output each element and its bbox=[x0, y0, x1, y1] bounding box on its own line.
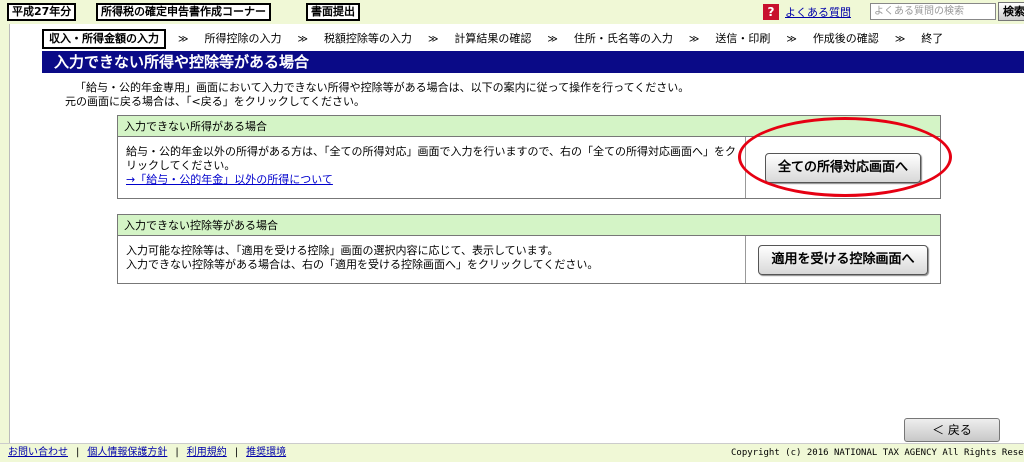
step-address-name: 住所・氏名等の入力 bbox=[573, 32, 673, 45]
copyright: Copyright (c) 2016 NATIONAL TAX AGENCY A… bbox=[731, 448, 1024, 458]
step-finish: 終了 bbox=[921, 32, 944, 45]
footer-links: お問い合わせ | 個人情報保護方針 | 利用規約 | 推奨環境 bbox=[8, 444, 286, 462]
step-arrow: ≫ bbox=[547, 33, 558, 45]
deduction-box-heading: 入力できない控除等がある場合 bbox=[118, 215, 940, 236]
income-box-text: 給与・公的年金以外の所得がある方は、「全ての所得対応」画面で入力を行いますので、… bbox=[118, 137, 746, 198]
top-header: 平成27年分 所得税の確定申告書作成コーナー 書面提出 ? よくある質問 よくあ… bbox=[0, 0, 1024, 24]
back-button[interactable]: ＜ 戻る bbox=[904, 418, 1000, 442]
deduction-box-text: 入力可能な控除等は、「適用を受ける控除」画面の選択内容に応じて、表示しています。… bbox=[118, 236, 746, 283]
step-tax-credit: 税額控除等の入力 bbox=[323, 32, 412, 45]
step-arrow: ≫ bbox=[786, 33, 797, 45]
search-button[interactable]: 検索 bbox=[998, 2, 1024, 21]
step-arrow: ≫ bbox=[894, 33, 906, 45]
step-income-deduction: 所得控除の入力 bbox=[204, 32, 282, 45]
deduction-description-1: 入力可能な控除等は、「適用を受ける控除」画面の選択内容に応じて、表示しています。 bbox=[126, 244, 559, 257]
intro-text: 「給与・公的年金専用」画面において入力できない所得や控除等がある場合は、以下の案… bbox=[65, 81, 689, 109]
step-arrow: ≫ bbox=[297, 33, 308, 45]
intro-line-2: 元の画面に戻る場合は、「<戻る」をクリックしてください。 bbox=[65, 95, 366, 108]
faq-link[interactable]: よくある質問 bbox=[785, 4, 851, 20]
footer-link-contact[interactable]: お問い合わせ bbox=[8, 447, 68, 458]
red-circle-highlight bbox=[738, 117, 952, 197]
step-result-check: 計算結果の確認 bbox=[454, 32, 532, 45]
footer-link-terms[interactable]: 利用規約 bbox=[187, 447, 227, 458]
step-arrow: ≫ bbox=[178, 33, 189, 45]
main-panel: 収入・所得金額の入力 ≫ 所得控除の入力 ≫ 税額控除等の入力 ≫ 計算結果の確… bbox=[9, 24, 1024, 443]
faq-search-input[interactable]: よくある質問の検索 bbox=[870, 3, 996, 20]
footer-link-privacy[interactable]: 個人情報保護方針 bbox=[87, 447, 167, 458]
corner-title-badge: 所得税の確定申告書作成コーナー bbox=[96, 3, 271, 21]
step-arrow: ≫ bbox=[427, 33, 439, 45]
applicable-deduction-screen-button[interactable]: 適用を受ける控除画面へ bbox=[758, 244, 928, 275]
deduction-box: 入力できない控除等がある場合 入力可能な控除等は、「適用を受ける控除」画面の選択… bbox=[117, 214, 941, 284]
other-income-link[interactable]: →「給与・公的年金」以外の所得について bbox=[126, 173, 737, 187]
faq-area: ? よくある質問 bbox=[763, 3, 851, 21]
footer-separator: | bbox=[175, 447, 179, 458]
question-icon: ? bbox=[763, 4, 779, 20]
deduction-action-cell: 適用を受ける控除画面へ bbox=[746, 236, 940, 283]
step-navigation: 収入・所得金額の入力 ≫ 所得控除の入力 ≫ 税額控除等の入力 ≫ 計算結果の確… bbox=[42, 29, 947, 49]
step-arrow: ≫ bbox=[688, 33, 700, 45]
footer: お問い合わせ | 個人情報保護方針 | 利用規約 | 推奨環境 Copyright (c) … bbox=[0, 443, 1024, 462]
step-income-input: 収入・所得金額の入力 bbox=[42, 29, 166, 49]
income-description: 給与・公的年金以外の所得がある方は、「全ての所得対応」画面で入力を行いますので、… bbox=[126, 145, 737, 172]
step-send-print: 送信・印刷 bbox=[715, 32, 771, 45]
footer-separator: | bbox=[234, 447, 239, 458]
paper-submission-badge: 書面提出 bbox=[306, 3, 360, 21]
deduction-description-2: 入力できない控除等がある場合は、右の「適用を受ける控除画面へ」をクリックしてくだ… bbox=[126, 258, 599, 271]
era-badge: 平成27年分 bbox=[7, 3, 77, 21]
page-title: 入力できない所得や控除等がある場合 bbox=[42, 51, 1024, 73]
intro-line-1: 「給与・公的年金専用」画面において入力できない所得や控除等がある場合は、以下の案… bbox=[75, 81, 690, 94]
footer-link-environment[interactable]: 推奨環境 bbox=[246, 447, 286, 458]
step-post-check: 作成後の確認 bbox=[812, 32, 879, 45]
footer-separator: | bbox=[76, 447, 80, 458]
